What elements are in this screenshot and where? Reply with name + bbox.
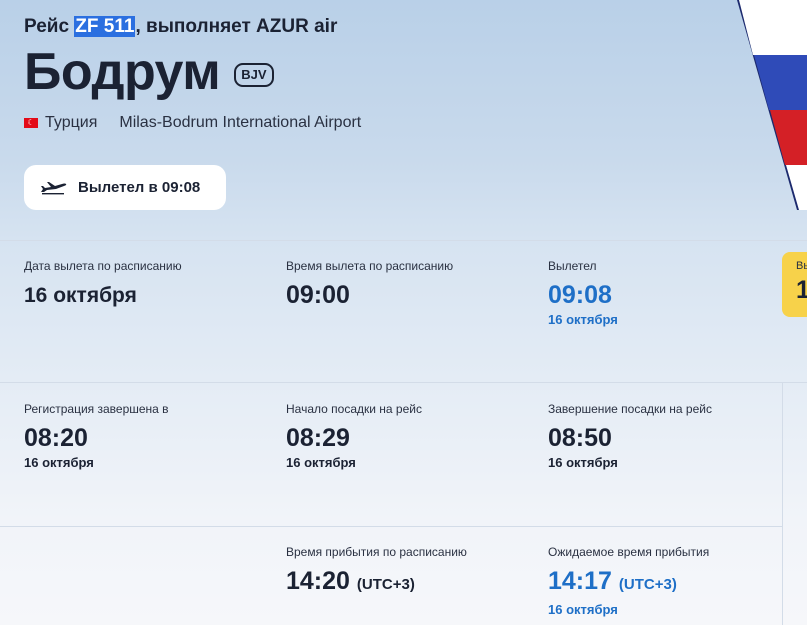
- divider: [782, 382, 783, 625]
- scheduled-arrival-time: 14:20: [286, 567, 350, 595]
- boarding-start: Начало посадки на рейс 08:29 16 октября: [286, 402, 422, 470]
- boarding-start-date: 16 октября: [286, 455, 356, 470]
- boarding-end-label: Завершение посадки на рейс: [548, 402, 712, 416]
- boarding-start-label: Начало посадки на рейс: [286, 402, 422, 416]
- flight-number[interactable]: ZF 511: [74, 16, 136, 37]
- scheduled-departure-time: Время вылета по расписанию 09:00: [286, 259, 453, 309]
- divider: [0, 526, 782, 527]
- expected-arrival-timezone: (UTC+3): [618, 576, 677, 593]
- turkey-flag-icon: ☾: [24, 118, 38, 128]
- boarding-end-date: 16 октября: [548, 455, 618, 470]
- divider: [0, 240, 807, 241]
- flight-operator: , выполняет AZUR air: [135, 16, 338, 37]
- country-name: Турция: [45, 114, 98, 131]
- checkin-closed: Регистрация завершена в 08:20 16 октября: [24, 402, 169, 470]
- flight-subtitle: Рейс ZF 511, выполняет AZUR air: [24, 16, 707, 38]
- scheduled-departure-time-value: 09:00: [286, 281, 350, 309]
- iata-badge: BJV: [234, 63, 274, 87]
- next-info-card-value: 1: [796, 276, 807, 304]
- boarding-start-time: 08:29: [286, 424, 350, 452]
- scheduled-departure-date-value: 16 октября: [24, 284, 137, 307]
- scheduled-arrival-label: Время прибытия по расписанию: [286, 545, 467, 559]
- scheduled-departure-time-label: Время вылета по расписанию: [286, 259, 454, 273]
- destination-city: Бодрум: [24, 43, 221, 101]
- boarding-end: Завершение посадки на рейс 08:50 16 октя…: [548, 402, 712, 470]
- airport-name: Milas-Bodrum International Airport: [119, 114, 362, 131]
- flight-status-badge: Вылетел в 09:08: [24, 165, 226, 210]
- actual-departure-label: Вылетел: [548, 259, 597, 273]
- checkin-closed-label: Регистрация завершена в: [24, 402, 169, 416]
- scheduled-arrival: Время прибытия по расписанию 14:20 (UTC+…: [286, 545, 467, 599]
- flight-status-text: Вылетел в 09:08: [78, 179, 201, 196]
- plane-icon: [41, 181, 67, 194]
- scheduled-departure-date-label: Дата вылета по расписанию: [24, 259, 182, 273]
- flight-prefix: Рейс: [24, 16, 75, 37]
- checkin-closed-date: 16 октября: [24, 455, 94, 470]
- actual-departure-date: 16 октября: [548, 312, 618, 327]
- flight-header: Рейс ZF 511, выполняет AZUR air Бодрум B…: [24, 16, 707, 132]
- expected-arrival-time: 14:17: [548, 567, 612, 595]
- boarding-end-time: 08:50: [548, 424, 612, 452]
- divider: [0, 382, 807, 383]
- next-info-card[interactable]: Вы 1: [782, 252, 807, 317]
- expected-arrival-date: 16 октября: [548, 602, 618, 617]
- actual-departure: Вылетел 09:08 16 октября: [548, 259, 618, 327]
- expected-arrival: Ожидаемое время прибытия 14:17 (UTC+3) 1…: [548, 545, 709, 617]
- actual-departure-time: 09:08: [548, 281, 612, 309]
- expected-arrival-label: Ожидаемое время прибытия: [548, 545, 710, 559]
- next-info-card-label: Вы: [796, 260, 807, 272]
- checkin-closed-time: 08:20: [24, 424, 88, 452]
- aircraft-tail-image: [727, 0, 807, 210]
- scheduled-departure-date: Дата вылета по расписанию 16 октября: [24, 259, 182, 310]
- scheduled-arrival-timezone: (UTC+3): [356, 576, 415, 593]
